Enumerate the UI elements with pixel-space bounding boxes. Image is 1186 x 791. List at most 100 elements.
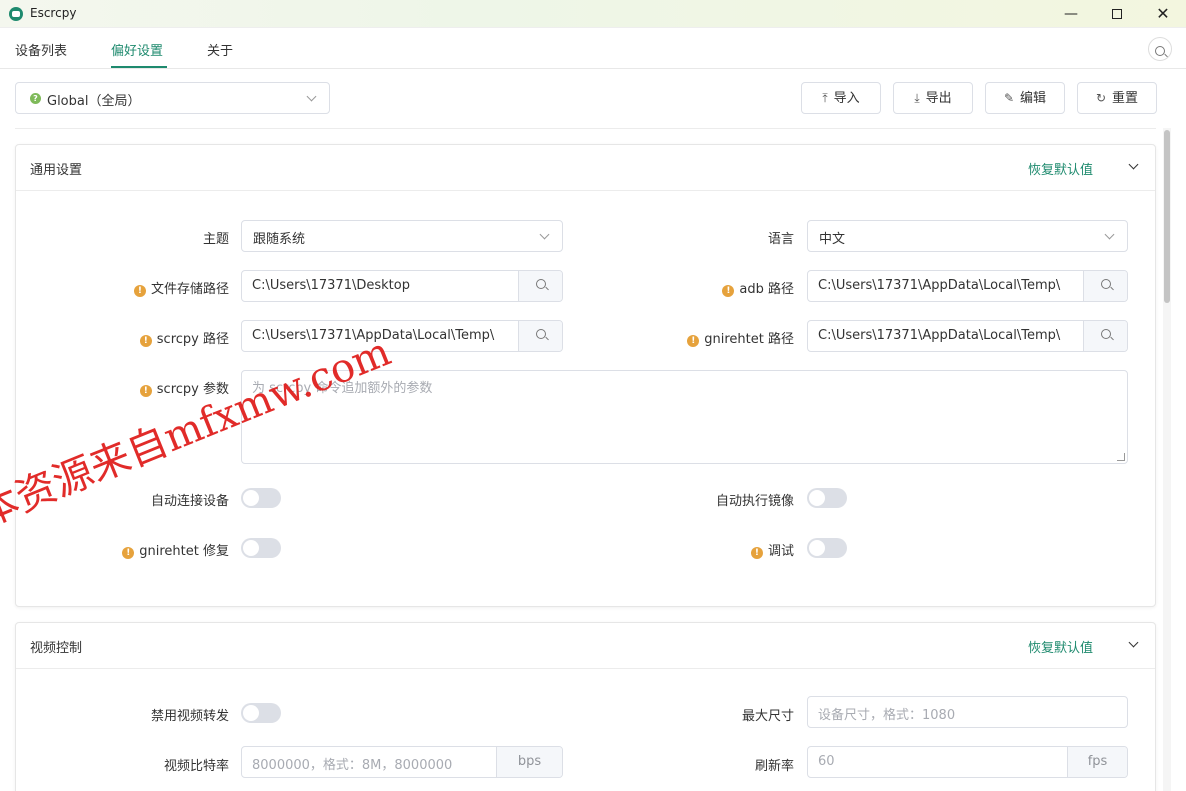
info-icon: ! [133,285,146,297]
fps-input[interactable]: 60 fps [807,746,1128,778]
adb-path-value: C:\Users\17371\AppData\Local\Temp\ [818,278,1061,293]
fps-unit: fps [1067,747,1127,777]
edit-button[interactable]: ✎ 编辑 [985,82,1065,114]
chevron-down-icon [539,229,550,240]
gnirehtet-fix-switch[interactable] [241,538,281,558]
tab-preferences[interactable]: 偏好设置 [111,40,163,59]
auto-mirror-label: 自动执行镜像 [715,494,794,509]
restore-defaults-link[interactable]: 恢复默认值 [1028,159,1093,178]
adb-path-label: ! adb 路径 [722,278,794,297]
browse-button[interactable] [1083,321,1127,351]
edit-icon: ✎ [1003,91,1015,105]
debug-label: ! 调试 [750,540,794,559]
info-icon: ! [687,335,700,347]
disable-video-switch[interactable] [241,703,281,723]
scrcpy-path-input[interactable]: C:\Users\17371\AppData\Local\Temp\ [241,320,563,352]
export-label: 导出 [925,91,952,106]
reset-label: 重置 [1112,91,1139,106]
save-path-label: ! 文件存储路径 [133,278,229,297]
bitrate-unit: bps [496,747,562,777]
card-title: 视频控制 [30,641,83,656]
maximize-button[interactable] [1094,0,1140,28]
maximize-icon [1112,9,1122,19]
max-size-input[interactable]: 设备尺寸，格式：1080 [807,696,1128,728]
scrcpy-args-textarea[interactable]: 为 scrcpy 命令追加额外的参数 [241,370,1128,464]
divider [15,128,1156,129]
search-icon [535,329,546,339]
tab-about[interactable]: 关于 [207,40,233,59]
save-path-input[interactable]: C:\Users\17371\Desktop [241,270,563,302]
chevron-down-icon [1104,229,1115,240]
info-icon: ! [750,547,763,559]
auto-connect-switch[interactable] [241,488,281,508]
language-value: 中文 [819,232,846,247]
browse-button[interactable] [1083,271,1127,301]
search-icon [1155,46,1165,56]
language-select[interactable]: 中文 [807,220,1128,252]
theme-select[interactable]: 跟随系统 [241,220,563,252]
bitrate-placeholder: 8000000，格式：8M，8000000 [252,758,453,773]
upload-icon: ⤒ [822,91,828,105]
close-button[interactable]: ✕ [1140,0,1186,28]
scrcpy-args-label: ! scrcpy 参数 [139,378,229,397]
info-icon: ! [122,547,135,559]
title-bar: Escrcpy — ✕ [0,0,1186,28]
chevron-down-icon [306,91,317,102]
adb-path-input[interactable]: C:\Users\17371\AppData\Local\Temp\ [807,270,1128,302]
browse-button[interactable] [518,271,562,301]
export-button[interactable]: ⤓ 导出 [893,82,973,114]
app-logo-icon [9,7,23,21]
general-settings-card: 通用设置 恢复默认值 主题 跟随系统 语言 中文 ! 文件存储路径 C:\User… [15,144,1156,607]
import-button[interactable]: ⤒ 导入 [801,82,881,114]
info-icon: ! [139,335,152,347]
search-icon [1100,279,1111,289]
general-settings-header[interactable]: 通用设置 恢复默认值 [16,145,1155,191]
active-tab-indicator [111,66,167,68]
help-icon: ? [30,93,41,104]
preset-value: Global（全局） [47,94,141,109]
restore-defaults-link[interactable]: 恢复默认值 [1028,637,1093,656]
collapse-chevron-icon[interactable] [1128,159,1139,170]
reset-button[interactable]: ↻ 重置 [1077,82,1157,114]
max-size-label: 最大尺寸 [741,709,794,724]
save-path-value: C:\Users\17371\Desktop [252,278,410,293]
info-icon: ! [139,385,152,397]
bitrate-label: 视频比特率 [163,759,229,774]
gnirehtet-path-input[interactable]: C:\Users\17371\AppData\Local\Temp\ [807,320,1128,352]
preset-select[interactable]: ? Global（全局） [15,82,330,114]
bitrate-input[interactable]: 8000000，格式：8M，8000000 bps [241,746,563,778]
card-title: 通用设置 [30,163,83,178]
download-icon: ⤓ [914,91,920,105]
info-icon: ! [722,285,735,297]
gnirehtet-fix-label: ! gnirehtet 修复 [122,540,229,559]
collapse-chevron-icon[interactable] [1128,637,1139,648]
theme-value: 跟随系统 [253,232,306,247]
fps-label: 刷新率 [754,759,794,774]
window-title: Escrcpy [30,6,77,20]
language-label: 语言 [767,232,794,247]
tab-bar: 设备列表 偏好设置 关于 [0,28,1186,69]
import-label: 导入 [833,91,860,106]
gnirehtet-path-label: ! gnirehtet 路径 [687,328,794,347]
fps-placeholder: 60 [818,754,835,769]
scrollbar-thumb[interactable] [1164,130,1170,303]
gnirehtet-path-value: C:\Users\17371\AppData\Local\Temp\ [818,328,1061,343]
video-control-header[interactable]: 视频控制 恢复默认值 [16,623,1155,669]
edit-label: 编辑 [1020,91,1047,106]
browse-button[interactable] [518,321,562,351]
scrcpy-path-value: C:\Users\17371\AppData\Local\Temp\ [252,328,495,343]
search-button[interactable] [1148,37,1172,61]
video-control-card: 视频控制 恢复默认值 禁用视频转发 最大尺寸 设备尺寸，格式：1080 视频比特… [15,622,1156,791]
auto-mirror-switch[interactable] [807,488,847,508]
search-icon [535,279,546,289]
scrcpy-args-placeholder: 为 scrcpy 命令追加额外的参数 [252,381,433,396]
refresh-icon: ↻ [1095,91,1107,105]
debug-switch[interactable] [807,538,847,558]
minimize-button[interactable]: — [1048,0,1094,28]
auto-connect-label: 自动连接设备 [150,494,229,509]
tab-device-list[interactable]: 设备列表 [15,40,67,59]
scrcpy-path-label: ! scrcpy 路径 [139,328,229,347]
disable-video-label: 禁用视频转发 [150,709,229,724]
theme-label: 主题 [202,232,229,247]
resize-handle[interactable] [1117,453,1125,461]
